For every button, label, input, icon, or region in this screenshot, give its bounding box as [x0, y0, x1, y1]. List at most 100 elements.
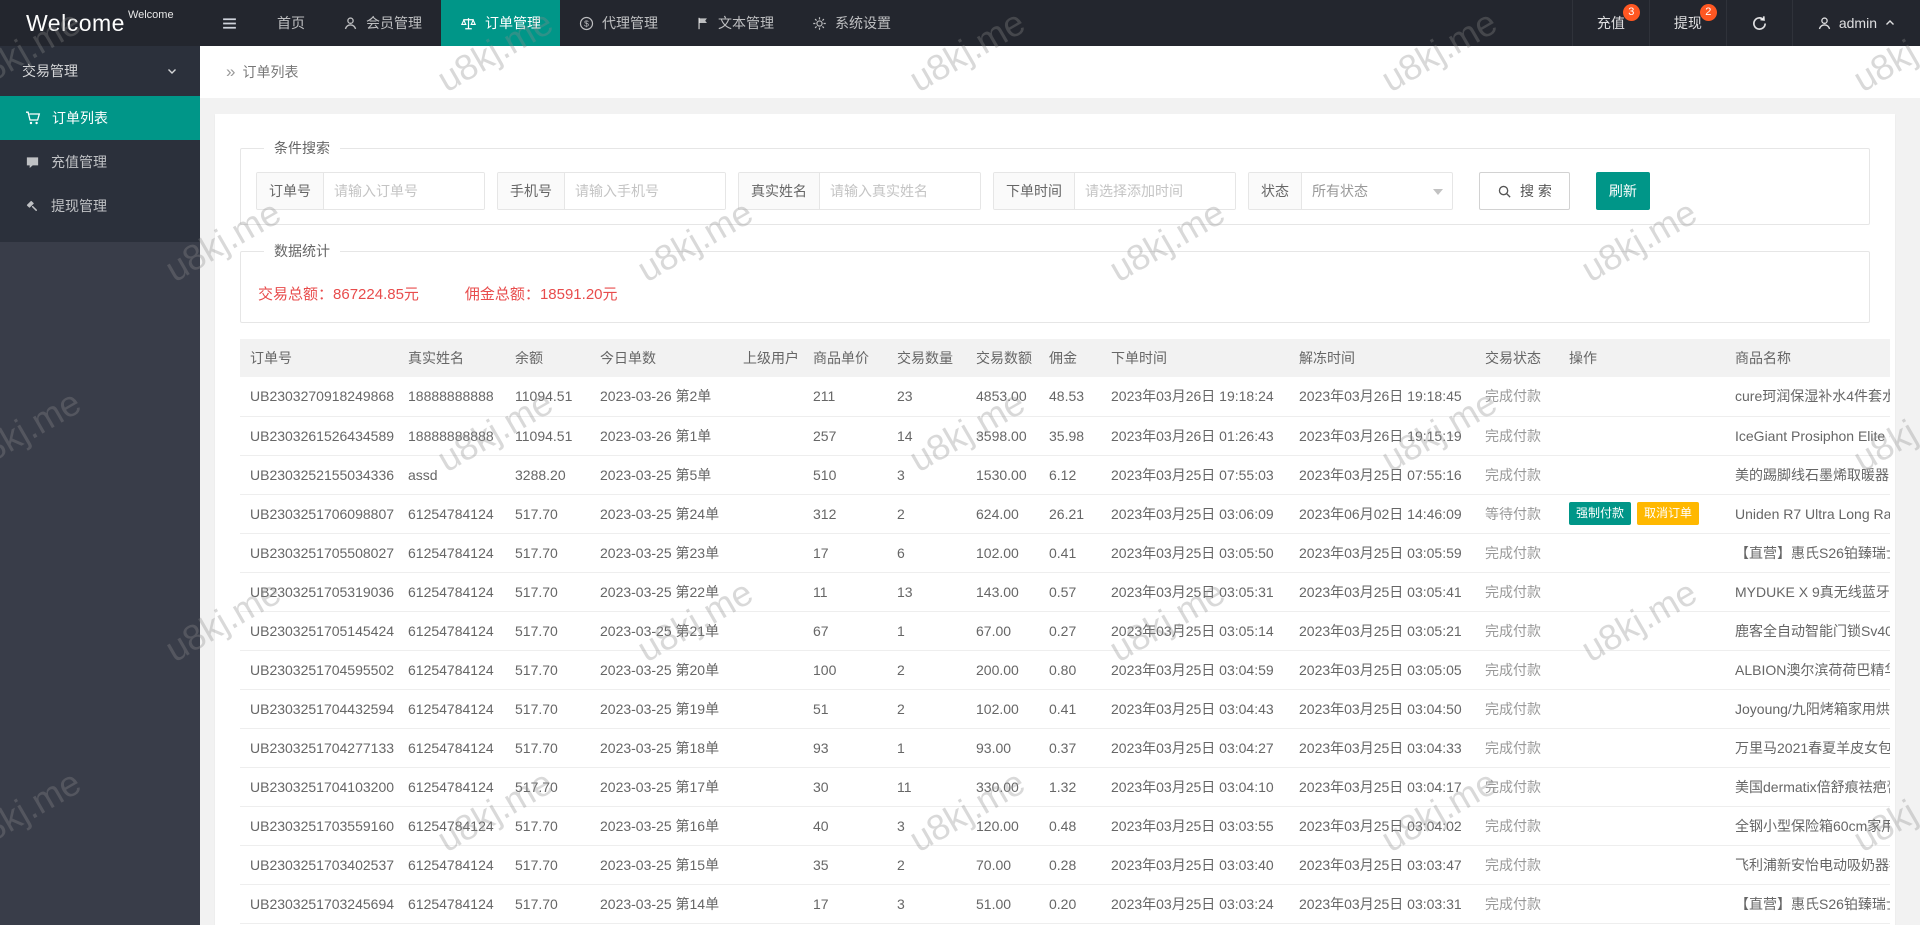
nav-action-提现[interactable]: 提现2: [1649, 0, 1726, 46]
sidebar-item-提现管理[interactable]: 提现管理: [0, 184, 200, 228]
search-field-label: 订单号: [257, 173, 324, 209]
table-row: UB230325170609880761254784124517.702023-…: [240, 494, 1890, 533]
table-row: UB230325170550802761254784124517.702023-…: [240, 533, 1890, 572]
cell-parent-user: [733, 611, 803, 650]
nav-action-充值[interactable]: 充值3: [1572, 0, 1649, 46]
cell-real-name: 18888888888: [398, 416, 505, 455]
cell-product-name: MYDUKE X 9真无线蓝牙耳机双耳迷你隐形: [1725, 572, 1890, 611]
table-header-row: 订单号真实姓名余额今日单数上级用户商品单价交易数量交易数额佣金下单时间解冻时间交…: [240, 339, 1890, 377]
cell-order-no: UB2303252155034336: [240, 455, 398, 494]
cell-today-orders: 2023-03-25 第21单: [590, 611, 733, 650]
column-header-trade-amount: 交易数额: [966, 339, 1039, 377]
cell-trade-amount: 67.00: [966, 611, 1039, 650]
cell-unfreeze-time: 2023年03月25日 03:03:47: [1289, 845, 1475, 884]
sidebar-group-label: 交易管理: [22, 61, 78, 81]
cell-actions: [1559, 533, 1725, 572]
cell-parent-user: [733, 650, 803, 689]
cell-product-name: IceGiant Prosiphon Elite CPU Cooler: [1725, 416, 1890, 455]
main-content: » 订单列表 条件搜索 订单号手机号真实姓名下单时间状态所有状态搜 索刷新 数据…: [200, 46, 1920, 925]
search-field-手机号: 手机号: [497, 172, 726, 210]
search-input-手机号[interactable]: [565, 173, 725, 209]
sidebar-item-label: 订单列表: [52, 108, 108, 128]
column-header-unit-price: 商品单价: [803, 339, 887, 377]
cell-trade-amount: 200.00: [966, 650, 1039, 689]
cell-commission: 0.27: [1039, 611, 1101, 650]
cell-actions: [1559, 377, 1725, 416]
cell-parent-user: [733, 494, 803, 533]
top-navbar: Welcome Welcome 首页会员管理订单管理$代理管理文本管理系统设置 …: [0, 0, 1920, 46]
cell-balance: 517.70: [505, 572, 590, 611]
cell-balance: 11094.51: [505, 416, 590, 455]
cell-commission: 0.41: [1039, 533, 1101, 572]
search-input-订单号[interactable]: [324, 173, 484, 209]
cell-unfreeze-time: 2023年03月25日 03:04:17: [1289, 767, 1475, 806]
cell-commission: 0.37: [1039, 728, 1101, 767]
table-row: UB230325170443259461254784124517.702023-…: [240, 689, 1890, 728]
chevron-down-icon: [166, 65, 178, 77]
search-input-下单时间[interactable]: [1075, 173, 1235, 209]
cell-today-orders: 2023-03-26 第1单: [590, 416, 733, 455]
nav-item-会员管理[interactable]: 会员管理: [324, 0, 441, 46]
cell-parent-user: [733, 377, 803, 416]
sidebar-item-订单列表[interactable]: 订单列表: [0, 96, 200, 140]
top-menu-right: 充值3提现2 admin: [1572, 0, 1920, 46]
cell-commission: 0.28: [1039, 845, 1101, 884]
page-refresh-button[interactable]: [1726, 0, 1792, 46]
breadcrumb-spread-icon[interactable]: »: [226, 62, 233, 82]
cell-trade-amount: 624.00: [966, 494, 1039, 533]
action-button-强制付款[interactable]: 强制付款: [1569, 502, 1631, 525]
action-button-取消订单[interactable]: 取消订单: [1637, 502, 1699, 525]
cell-actions: [1559, 455, 1725, 494]
cell-real-name: 61254784124: [398, 494, 505, 533]
cell-order-no: UB2303251705508027: [240, 533, 398, 572]
sidebar-item-label: 充值管理: [51, 152, 107, 172]
cell-trade-qty: 3: [887, 806, 966, 845]
search-input-真实姓名[interactable]: [820, 173, 980, 209]
chevron-up-icon: [1884, 17, 1896, 29]
sidebar-item-充值管理[interactable]: 充值管理: [0, 140, 200, 184]
nav-item-订单管理[interactable]: 订单管理: [441, 0, 560, 46]
stat-item: 交易总额：867224.85元: [258, 283, 419, 304]
cell-unfreeze-time: 2023年03月25日 07:55:16: [1289, 455, 1475, 494]
stat-value: 18591.20元: [540, 286, 618, 303]
status-select-value: 所有状态: [1312, 181, 1368, 201]
table-row: UB23032615264345891888888888811094.51202…: [240, 416, 1890, 455]
cell-unfreeze-time: 2023年03月26日 19:15:19: [1289, 416, 1475, 455]
cell-order-time: 2023年03月25日 03:03:40: [1101, 845, 1289, 884]
comment-icon: [25, 155, 40, 170]
cell-order-no: UB2303251703245694: [240, 884, 398, 923]
cell-trade-qty: 2: [887, 845, 966, 884]
nav-item-首页[interactable]: 首页: [258, 0, 324, 46]
cell-today-orders: 2023-03-25 第14单: [590, 884, 733, 923]
cell-unit-price: 11: [803, 572, 887, 611]
search-button[interactable]: 搜 索: [1479, 172, 1570, 210]
cell-unfreeze-time: 2023年03月25日 03:04:02: [1289, 806, 1475, 845]
cell-product-name: 美国dermatix倍舒痕祛疤膏修复疤痕凝胶3: [1725, 767, 1890, 806]
cell-product-name: 【直营】惠氏S26铂臻瑞士进口1段婴儿配方奶粉: [1725, 533, 1890, 572]
cell-order-no: UB2303251706098807: [240, 494, 398, 533]
cell-actions: 强制付款取消订单: [1559, 494, 1725, 533]
search-icon: [1497, 184, 1512, 199]
column-header-product-name: 商品名称: [1725, 339, 1890, 377]
cell-unfreeze-time: 2023年03月25日 03:05:59: [1289, 533, 1475, 572]
menu-toggle-icon[interactable]: [200, 0, 258, 46]
sidebar-nav-tree: 交易管理 订单列表充值管理提现管理: [0, 46, 200, 242]
cell-product-name: Uniden R7 Ultra Long Range Laser/Radar: [1725, 494, 1890, 533]
sidebar-items: 订单列表充值管理提现管理: [0, 96, 200, 228]
cell-trade-status: 完成付款: [1475, 572, 1559, 611]
cell-product-name: ALBION澳尔滨荷荷巴精华油 草本凝萃全身: [1725, 650, 1890, 689]
refresh-list-button[interactable]: 刷新: [1596, 172, 1650, 210]
nav-item-系统设置[interactable]: 系统设置: [793, 0, 910, 46]
cell-trade-amount: 1530.00: [966, 455, 1039, 494]
nav-item-文本管理[interactable]: 文本管理: [677, 0, 793, 46]
sidebar-group-trade[interactable]: 交易管理: [0, 46, 200, 96]
cell-today-orders: 2023-03-25 第20单: [590, 650, 733, 689]
status-select[interactable]: 所有状态: [1302, 173, 1452, 209]
cell-trade-amount: 330.00: [966, 767, 1039, 806]
search-field-下单时间: 下单时间: [993, 172, 1236, 210]
user-menu[interactable]: admin: [1792, 0, 1920, 46]
table-row: UB230325170459550261254784124517.702023-…: [240, 650, 1890, 689]
nav-item-代理管理[interactable]: $代理管理: [560, 0, 677, 46]
user-name: admin: [1839, 15, 1877, 31]
search-field-label: 下单时间: [994, 173, 1075, 209]
